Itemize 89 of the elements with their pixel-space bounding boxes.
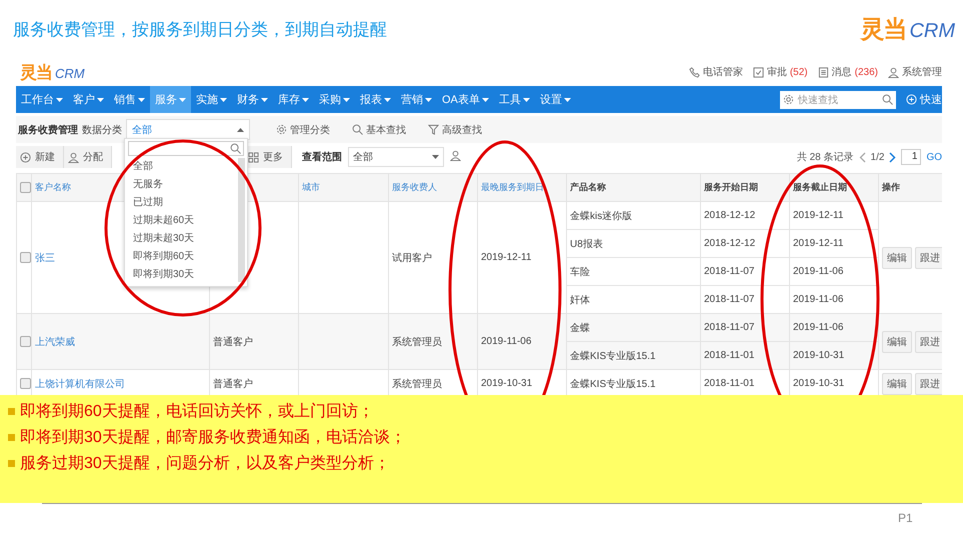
column-header[interactable]: 城市 xyxy=(302,182,320,192)
column-header: 服务开始日期 xyxy=(704,182,758,192)
table-cell: 试用客户 xyxy=(392,252,432,264)
dropdown-option[interactable]: 无服务 xyxy=(125,176,238,194)
note-text: 即将到期30天提醒，邮寄服务收费通知函，电话洽谈； xyxy=(20,428,406,448)
toolbar-link[interactable]: 管理分类 xyxy=(276,122,330,136)
category-select[interactable]: 全部 xyxy=(126,119,250,140)
nav-menu-item[interactable]: 工作台 xyxy=(16,86,68,113)
action-button[interactable]: 跟进 xyxy=(915,246,942,268)
nav-menu-item[interactable]: 客户 xyxy=(68,86,109,113)
header-link[interactable]: 审批 (52) xyxy=(752,65,808,79)
toolbar-button[interactable]: 分配 xyxy=(64,146,112,168)
header-link[interactable]: 消息 (236) xyxy=(818,65,878,79)
dropdown-option[interactable]: 过期未超30天 xyxy=(125,230,238,248)
table-cell: 2019-11-06 xyxy=(793,266,844,277)
column-header[interactable]: 服务收费人 xyxy=(392,182,437,192)
nav-menu-item[interactable]: 营销 xyxy=(396,86,437,113)
table-cell: 金蝶kis迷你版 xyxy=(570,210,632,222)
note-text: 即将到期60天提醒，电话回访关怀，或上门回访； xyxy=(20,402,374,422)
nav-menu-item[interactable]: 库存 xyxy=(273,86,314,113)
column-header: 服务截止日期 xyxy=(793,182,847,192)
scope-select[interactable]: 全部 xyxy=(348,147,444,167)
table-cell: 2019-12-11 xyxy=(481,252,532,263)
table-cell: 2018-11-01 xyxy=(704,378,754,389)
page-indicator: 1/2 xyxy=(870,152,884,162)
nav-menu-item[interactable]: 财务 xyxy=(232,86,273,113)
dropdown-option[interactable]: 即将到期60天 xyxy=(125,248,238,266)
header-link[interactable]: 电话管家 xyxy=(688,65,743,79)
nav-menu-item[interactable]: 销售 xyxy=(109,86,150,113)
scope-label: 查看范围 xyxy=(302,150,342,164)
toolbar-button[interactable]: 新建 xyxy=(16,146,64,168)
table-cell: 金蝶 xyxy=(570,322,590,334)
table-cell: 金蝶KIS专业版15.1 xyxy=(570,350,656,362)
nav-menu-item[interactable]: 报表 xyxy=(355,86,396,113)
page-title: 服务收费管理 xyxy=(18,124,78,136)
customer-link[interactable]: 上汽荣威 xyxy=(35,336,75,348)
table-cell: 2018-12-12 xyxy=(704,238,756,249)
nav-menu-item[interactable]: 实施 xyxy=(191,86,232,113)
table-cell: 普通客户 xyxy=(213,378,253,390)
table-cell: U8报表 xyxy=(570,238,603,250)
toolbar-link[interactable]: 基本查找 xyxy=(352,122,406,136)
note-text: 服务过期30天提醒，问题分析，以及客户类型分析； xyxy=(20,454,390,474)
dropdown-option[interactable]: 即将到期30天 xyxy=(125,266,238,284)
dropdown-option[interactable]: 过期未超60天 xyxy=(125,212,238,230)
column-header: 产品名称 xyxy=(570,182,606,192)
action-button[interactable]: 编辑 xyxy=(882,330,912,352)
table-cell: 普通客户 xyxy=(213,336,253,348)
action-button[interactable]: 跟进 xyxy=(915,330,942,352)
go-button[interactable]: GO xyxy=(926,152,942,162)
table-cell: 2019-10-31 xyxy=(793,378,844,389)
table-cell: 系统管理员 xyxy=(392,336,442,348)
table-cell: 车险 xyxy=(570,266,590,278)
table-cell: 2019-11-06 xyxy=(793,294,844,305)
table-cell: 2019-12-11 xyxy=(793,238,844,249)
customer-link[interactable]: 张三 xyxy=(35,252,55,264)
action-button[interactable]: 编辑 xyxy=(882,246,912,268)
column-header: 操作 xyxy=(882,182,900,192)
page-input[interactable]: 1 xyxy=(901,149,922,165)
table-cell: 2018-11-07 xyxy=(704,322,754,333)
table-cell: 奸体 xyxy=(570,294,590,306)
table-cell: 2018-12-12 xyxy=(704,210,756,221)
table-cell: 2019-10-31 xyxy=(481,378,532,389)
toolbar-link[interactable]: 高级查找 xyxy=(428,122,482,136)
column-header[interactable]: 客户名称 xyxy=(35,182,71,192)
table-cell: 2019-11-06 xyxy=(793,322,844,333)
table-cell: 2019-10-31 xyxy=(793,350,844,361)
page-number: P1 xyxy=(898,511,913,525)
table-cell: 2019-11-06 xyxy=(481,336,532,347)
table-cell: 2018-11-07 xyxy=(704,294,754,305)
logo: 灵当 CRM xyxy=(20,62,85,84)
record-count: 共 28 条记录 xyxy=(796,150,854,164)
action-button[interactable]: 跟进 xyxy=(915,372,942,394)
nav-menu-item[interactable]: OA表单 xyxy=(437,86,494,113)
nav-menu-item[interactable]: 工具 xyxy=(494,86,535,113)
slide-title: 服务收费管理，按服务到期日分类，到期自动提醒 xyxy=(13,18,387,40)
dropdown-option[interactable]: 已过期 xyxy=(125,194,238,212)
table-cell: 2019-12-11 xyxy=(793,210,844,221)
table-cell: 金蝶KIS专业版15.1 xyxy=(570,378,656,390)
header-link[interactable]: 系统管理 xyxy=(888,65,942,79)
dropdown-option[interactable]: 全部 xyxy=(125,158,238,176)
table-cell: 系统管理员 xyxy=(392,378,442,390)
logo: 灵当 CRM xyxy=(860,15,955,45)
quick-add-button[interactable]: 快速 xyxy=(906,92,942,107)
action-button[interactable]: 编辑 xyxy=(882,372,912,394)
nav-menu-item[interactable]: 采购 xyxy=(314,86,355,113)
nav-menu-item[interactable]: 设置 xyxy=(534,86,576,113)
category-label: 数据分类 xyxy=(82,124,122,136)
table-cell: 2018-11-07 xyxy=(704,266,754,277)
table-cell: 2018-11-01 xyxy=(704,350,754,361)
